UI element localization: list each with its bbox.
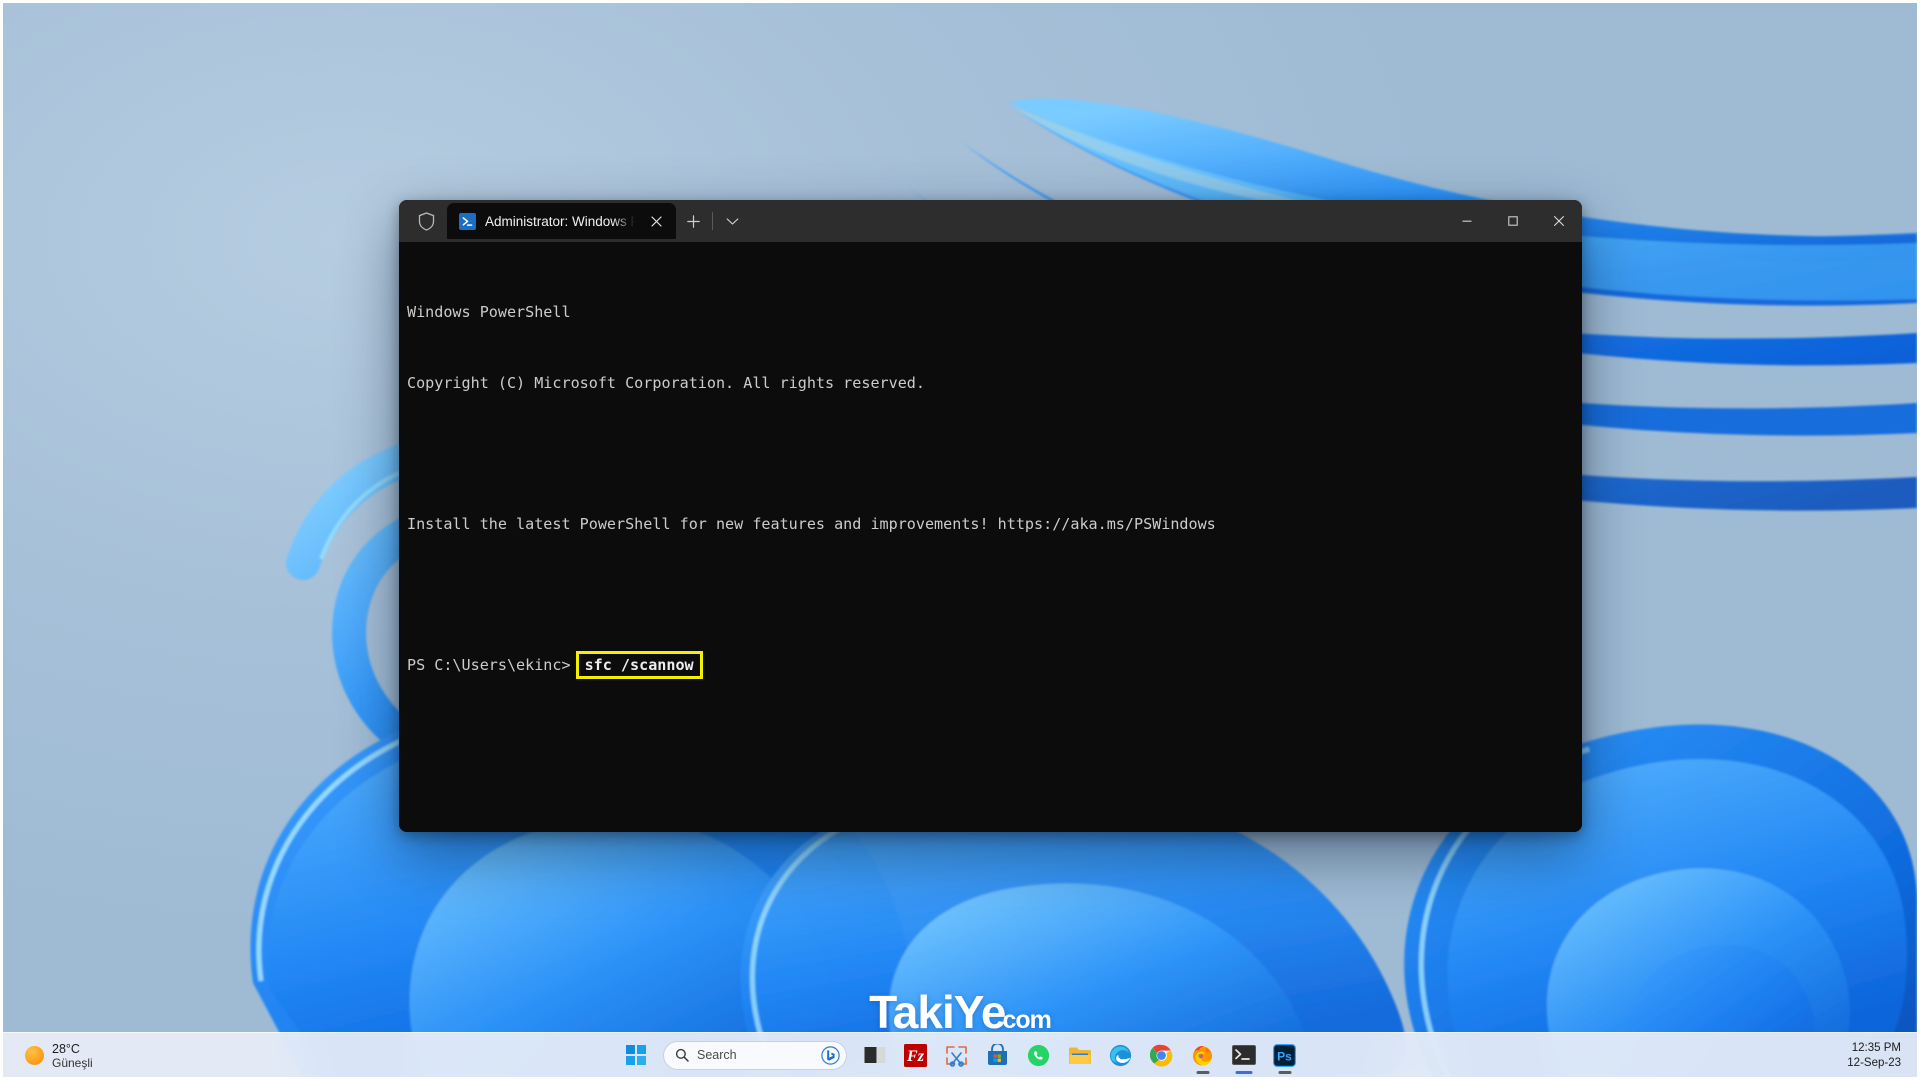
svg-text:Ps: Ps — [1277, 1049, 1292, 1063]
powershell-glyph — [462, 216, 473, 226]
powershell-icon — [459, 212, 476, 230]
sidebar-item-firefox[interactable] — [1182, 1035, 1223, 1076]
system-tray[interactable]: 12:35 PM 12-Sep-23 — [1843, 1033, 1905, 1077]
maximize-button[interactable] — [1490, 200, 1536, 242]
bing-copilot-icon[interactable] — [821, 1045, 840, 1065]
weather-temperature: 28°C — [52, 1041, 80, 1056]
screenshot-frame: TakiYecom Administrator: Windows Windows… — [0, 0, 1920, 1080]
sidebar-item-google-chrome[interactable] — [1141, 1035, 1182, 1076]
terminal-line: Install the latest PowerShell for new fe… — [407, 514, 1216, 533]
taskbar[interactable]: 28°C Güneşli Search Fz Ps 12:35 PM 12-Se… — [3, 1032, 1917, 1077]
close-glyph — [650, 215, 662, 227]
titlebar-left-group: Administrator: Windows Powe — [405, 200, 749, 242]
shield-glyph — [418, 211, 434, 231]
search-icon — [675, 1048, 689, 1062]
chevron-down-icon — [726, 217, 738, 225]
minimize-icon — [1462, 220, 1472, 222]
watermark-sub-text: com — [1002, 1006, 1051, 1034]
file-explorer-icon — [1068, 1047, 1091, 1064]
tab-dropdown-button[interactable] — [715, 203, 749, 239]
powershell-window[interactable]: Administrator: Windows Powe — [399, 200, 1582, 832]
svg-text:Fz: Fz — [906, 1048, 925, 1065]
close-button[interactable] — [1536, 200, 1582, 242]
prompt-path: PS C:\Users\ekinc> — [407, 655, 571, 674]
sidebar-item-microsoft-store[interactable] — [977, 1035, 1018, 1076]
terminal-line: Copyright (C) Microsoft Corporation. All… — [407, 373, 925, 392]
whatsapp-icon — [1027, 1044, 1050, 1066]
desktop: TakiYecom Administrator: Windows Windows… — [3, 3, 1917, 1077]
clock-date: 12-Sep-23 — [1847, 1056, 1901, 1069]
plus-icon — [686, 214, 700, 228]
tab-title: Administrator: Windows Powe — [485, 213, 635, 229]
search-box[interactable]: Search — [663, 1040, 847, 1070]
terminal-tab[interactable]: Administrator: Windows Powe — [447, 203, 676, 239]
sidebar-item-microsoft-edge[interactable] — [1100, 1035, 1141, 1076]
weather-text: 28°C Güneşli — [52, 1042, 93, 1070]
window-titlebar[interactable]: Administrator: Windows Powe — [399, 200, 1582, 242]
terminal-line: Windows PowerShell — [407, 303, 571, 321]
windows-start-icon — [625, 1045, 646, 1065]
taskbar-clock[interactable]: 12:35 PM 12-Sep-23 — [1843, 1041, 1905, 1071]
sidebar-item-windows-terminal[interactable] — [1223, 1035, 1264, 1076]
window-controls[interactable] — [1444, 200, 1582, 242]
windows-terminal-icon — [1231, 1045, 1256, 1065]
shield-icon — [405, 200, 447, 242]
maximize-icon — [1508, 216, 1518, 226]
minimize-button[interactable] — [1444, 200, 1490, 242]
sidebar-item-file-explorer[interactable] — [1059, 1035, 1100, 1076]
sun-icon — [25, 1046, 44, 1065]
titlebar-divider — [712, 212, 713, 230]
watermark-main-text: TakiYe — [869, 986, 1006, 1038]
terminal-prompt-line[interactable]: PS C:\Users\ekinc> sfc /scannow — [407, 650, 1582, 679]
google-chrome-icon — [1150, 1044, 1173, 1067]
highlighted-command: sfc /scannow — [575, 650, 703, 679]
close-icon — [1554, 216, 1564, 226]
terminal-output-area[interactable]: Windows PowerShell Copyright (C) Microso… — [399, 242, 1582, 832]
sidebar-item-filezilla[interactable]: Fz — [895, 1035, 936, 1076]
weather-widget[interactable]: 28°C Güneşli — [17, 1033, 101, 1077]
sidebar-item-whatsapp[interactable] — [1018, 1035, 1059, 1076]
sidebar-item-photoshop[interactable]: Ps — [1264, 1035, 1305, 1076]
weather-condition: Güneşli — [52, 1055, 93, 1070]
new-tab-button[interactable] — [676, 203, 710, 239]
filezilla-icon: Fz — [904, 1043, 927, 1067]
search-input[interactable]: Search — [697, 1048, 813, 1062]
task-view-icon — [864, 1047, 885, 1063]
sidebar-item-snipping-tool[interactable] — [936, 1035, 977, 1076]
snipping-tool-icon — [946, 1045, 967, 1067]
microsoft-store-icon — [988, 1043, 1007, 1065]
start-button[interactable] — [615, 1035, 656, 1076]
clock-time: 12:35 PM — [1851, 1041, 1901, 1054]
firefox-icon — [1192, 1045, 1213, 1066]
tab-close-icon[interactable] — [644, 209, 668, 233]
sidebar-item-task-view[interactable] — [854, 1035, 895, 1076]
photoshop-icon: Ps — [1273, 1043, 1296, 1067]
site-watermark: TakiYecom — [869, 985, 1052, 1039]
taskbar-center-cluster[interactable]: Search Fz Ps — [615, 1033, 1305, 1078]
microsoft-edge-icon — [1109, 1044, 1132, 1066]
